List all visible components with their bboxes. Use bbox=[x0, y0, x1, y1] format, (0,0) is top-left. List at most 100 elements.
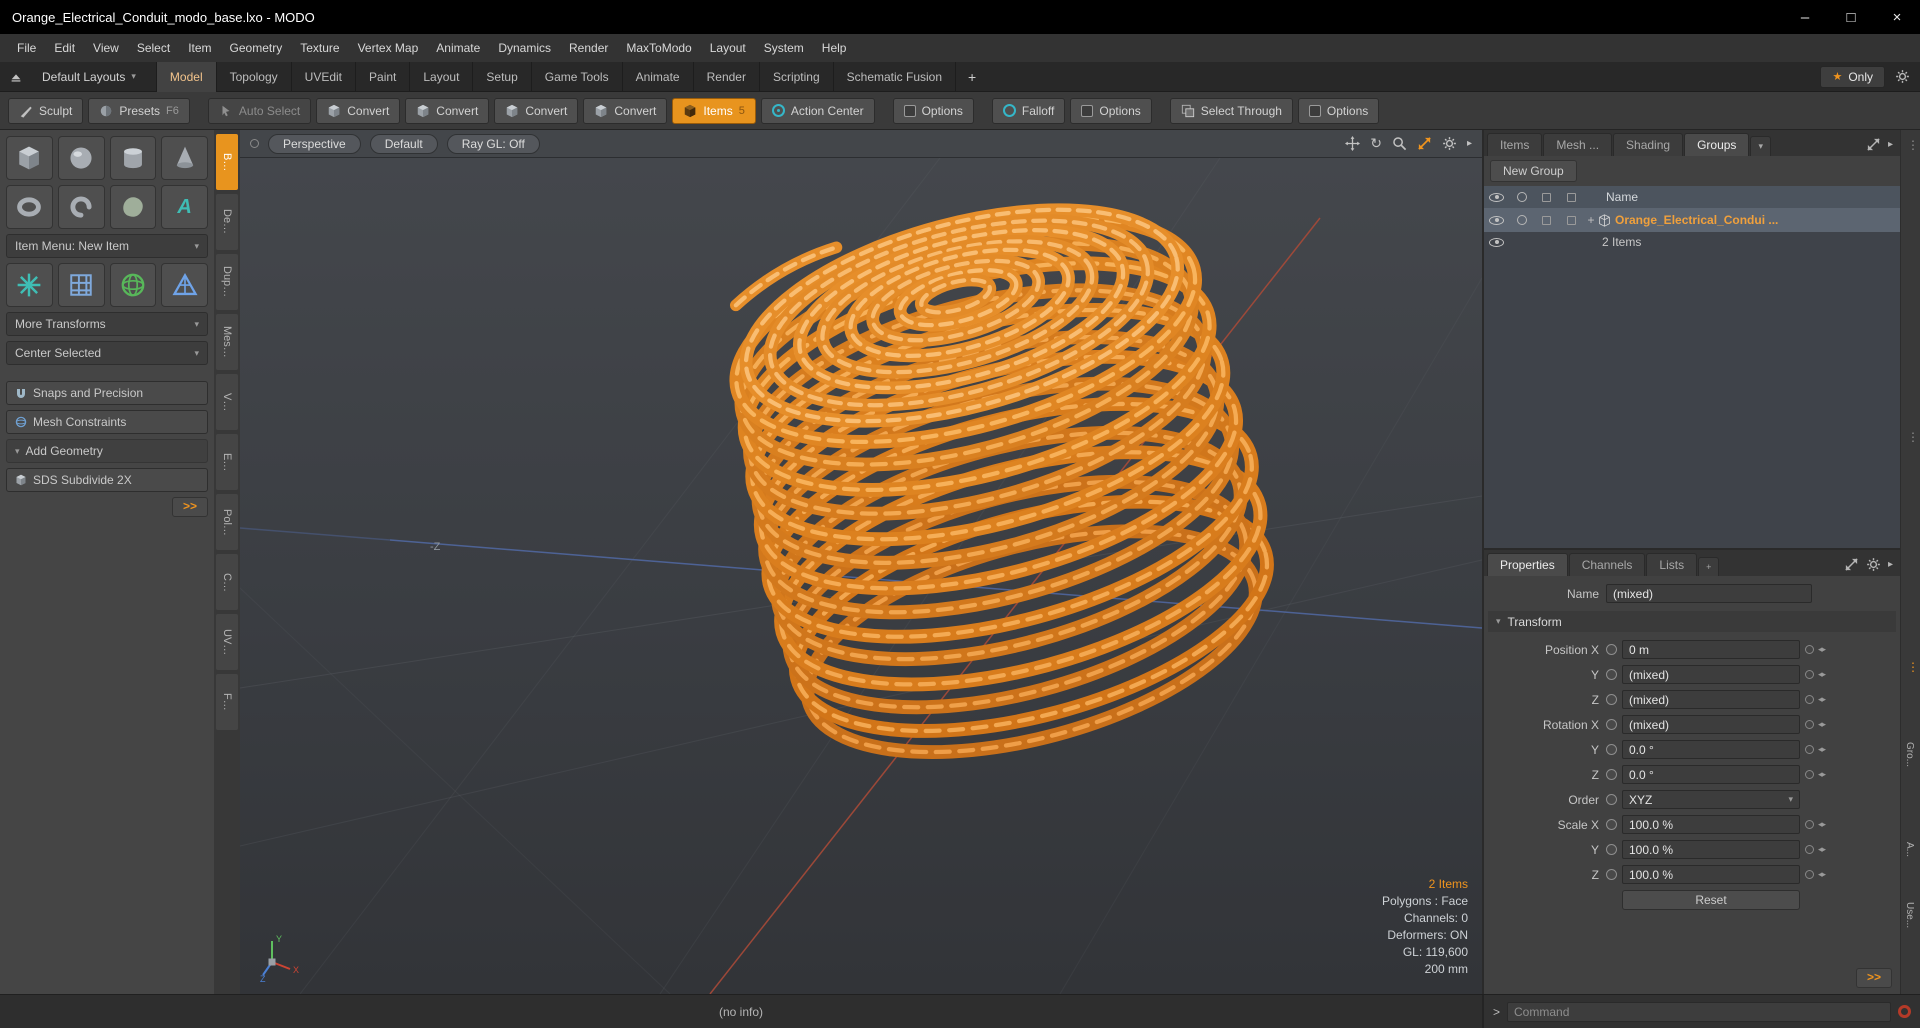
channel-ring[interactable] bbox=[1606, 644, 1617, 655]
channel-state-icon[interactable] bbox=[1805, 720, 1814, 729]
tab-model[interactable]: Model bbox=[155, 61, 217, 92]
falloff-button[interactable]: Falloff bbox=[991, 97, 1066, 124]
channel-state-icon[interactable] bbox=[1805, 770, 1814, 779]
name-input[interactable] bbox=[1606, 584, 1812, 603]
visibility-eye-icon[interactable] bbox=[1489, 237, 1504, 247]
channel-ring[interactable] bbox=[1606, 669, 1617, 680]
scale-y-input[interactable] bbox=[1622, 840, 1800, 859]
cylinder-tool-button[interactable] bbox=[109, 136, 157, 180]
wire-pyramid-tool-button[interactable] bbox=[161, 263, 208, 307]
strip-tab-curve[interactable]: C… bbox=[216, 554, 238, 610]
record-macro-icon[interactable] bbox=[1898, 1005, 1911, 1018]
tab-schematic-fusion[interactable]: Schematic Fusion bbox=[834, 61, 957, 92]
mini-slider-icon[interactable]: ◂▸ bbox=[1818, 844, 1826, 855]
cube-tool-button[interactable] bbox=[6, 136, 53, 180]
add-geometry-section-header[interactable]: ▾ Add Geometry bbox=[6, 439, 208, 463]
add-panel-tab-button[interactable]: + bbox=[1698, 557, 1720, 576]
tab-uvedit[interactable]: UVEdit bbox=[292, 61, 357, 92]
tab-lists[interactable]: Lists bbox=[1646, 553, 1698, 576]
menu-maxtomodo[interactable]: MaxToModo bbox=[617, 34, 700, 62]
torus-tool-button[interactable] bbox=[6, 185, 53, 229]
tab-mesh[interactable]: Mesh ... bbox=[1543, 133, 1613, 156]
menu-render[interactable]: Render bbox=[560, 34, 617, 62]
pan-icon[interactable] bbox=[1345, 136, 1361, 151]
tab-scripting[interactable]: Scripting bbox=[760, 61, 834, 92]
channel-ring[interactable] bbox=[1606, 794, 1617, 805]
channel-state-icon[interactable] bbox=[1805, 670, 1814, 679]
menu-select[interactable]: Select bbox=[128, 34, 179, 62]
lock-toggle-icon[interactable] bbox=[1542, 215, 1551, 225]
convert-materials-button[interactable]: Convert bbox=[583, 97, 668, 124]
order-dropdown[interactable]: XYZ ▾ bbox=[1622, 790, 1800, 809]
menu-texture[interactable]: Texture bbox=[291, 34, 348, 62]
panel-settings-gear-icon[interactable] bbox=[1866, 557, 1881, 572]
action-center-options-button[interactable]: Options bbox=[892, 97, 974, 124]
menu-view[interactable]: View bbox=[84, 34, 128, 62]
mini-slider-icon[interactable]: ◂▸ bbox=[1818, 669, 1826, 680]
tab-paint[interactable]: Paint bbox=[356, 61, 411, 92]
channel-ring[interactable] bbox=[1606, 819, 1617, 830]
more-transforms-dropdown[interactable]: More Transforms ▾ bbox=[6, 312, 208, 336]
menu-geometry[interactable]: Geometry bbox=[221, 34, 292, 62]
menu-animate[interactable]: Animate bbox=[427, 34, 489, 62]
select-through-button[interactable]: Select Through bbox=[1169, 97, 1293, 124]
convert-edges-button[interactable]: Convert bbox=[405, 97, 490, 124]
layout-settings-gear-icon[interactable] bbox=[1895, 69, 1910, 84]
falloff-options-button[interactable]: Options bbox=[1070, 97, 1152, 124]
raygl-dropdown[interactable]: Ray GL: Off bbox=[446, 133, 540, 154]
auto-select-button[interactable]: Auto Select bbox=[207, 97, 312, 124]
sculpt-button[interactable]: Sculpt bbox=[8, 97, 84, 124]
channel-state-icon[interactable] bbox=[1805, 745, 1814, 754]
channel-state-icon[interactable] bbox=[1805, 820, 1814, 829]
convert-vertices-button[interactable]: Convert bbox=[316, 97, 401, 124]
tab-animate[interactable]: Animate bbox=[623, 61, 694, 92]
channel-ring[interactable] bbox=[1606, 844, 1617, 855]
mesh-constraints-button[interactable]: Mesh Constraints bbox=[6, 410, 208, 434]
strip-tab-uv[interactable]: UV… bbox=[216, 614, 238, 670]
close-button[interactable]: × bbox=[1874, 0, 1920, 34]
shading-mode-dropdown[interactable]: Default bbox=[369, 133, 438, 154]
drag-handle-icon[interactable]: ⋮ bbox=[1907, 138, 1919, 152]
menu-dynamics[interactable]: Dynamics bbox=[489, 34, 560, 62]
render-column-icon[interactable] bbox=[1516, 192, 1527, 202]
item-menu-dropdown[interactable]: Item Menu: New Item ▾ bbox=[6, 234, 208, 258]
zoom-icon[interactable] bbox=[1392, 136, 1407, 151]
position-y-input[interactable] bbox=[1622, 665, 1800, 684]
grid-plane-tool-button[interactable] bbox=[57, 263, 105, 307]
camera-mode-dropdown[interactable]: Perspective bbox=[268, 133, 361, 154]
snaps-and-precision-button[interactable]: Snaps and Precision bbox=[6, 381, 208, 405]
mini-slider-icon[interactable]: ◂▸ bbox=[1818, 744, 1826, 755]
maximize-button[interactable]: □ bbox=[1828, 0, 1874, 34]
channel-ring[interactable] bbox=[1606, 869, 1617, 880]
panel-overflow-icon[interactable]: ▸ bbox=[1888, 559, 1893, 570]
render-toggle-icon[interactable] bbox=[1516, 215, 1527, 225]
scale-x-input[interactable] bbox=[1622, 815, 1800, 834]
group-row-count[interactable]: 2 Items bbox=[1484, 232, 1900, 252]
active-drag-handle-icon[interactable]: ⋮ bbox=[1907, 660, 1919, 674]
tab-layout[interactable]: Layout bbox=[410, 61, 474, 92]
menu-file[interactable]: File bbox=[8, 34, 45, 62]
center-selected-dropdown[interactable]: Center Selected ▾ bbox=[6, 341, 208, 365]
rotate-view-icon[interactable]: ↻ bbox=[1370, 135, 1382, 152]
items-mode-button[interactable]: Items 5 bbox=[672, 97, 756, 124]
menu-layout[interactable]: Layout bbox=[701, 34, 755, 62]
channel-state-icon[interactable] bbox=[1805, 845, 1814, 854]
channel-state-icon[interactable] bbox=[1805, 870, 1814, 879]
only-toggle-button[interactable]: ★ Only bbox=[1820, 65, 1885, 88]
tab-setup[interactable]: Setup bbox=[473, 61, 532, 92]
tab-render[interactable]: Render bbox=[694, 61, 760, 92]
tab-properties[interactable]: Properties bbox=[1487, 553, 1568, 576]
tab-overflow-caret[interactable]: ▾ bbox=[1750, 136, 1771, 156]
strip-tab-edge[interactable]: E… bbox=[216, 434, 238, 490]
mini-slider-icon[interactable]: ◂▸ bbox=[1818, 769, 1826, 780]
mini-slider-icon[interactable]: ◂▸ bbox=[1818, 719, 1826, 730]
strip-tab-deform[interactable]: De… bbox=[216, 194, 238, 250]
minimize-button[interactable]: – bbox=[1782, 0, 1828, 34]
tab-groups[interactable]: Groups bbox=[1684, 133, 1750, 156]
tab-items[interactable]: Items bbox=[1487, 133, 1543, 156]
channel-state-icon[interactable] bbox=[1805, 645, 1814, 654]
add-layout-tab-button[interactable]: + bbox=[956, 62, 988, 92]
group-row-selected[interactable]: + Orange_Electrical_Condui ... bbox=[1484, 208, 1900, 232]
reset-button[interactable]: Reset bbox=[1622, 889, 1800, 910]
position-z-input[interactable] bbox=[1622, 690, 1800, 709]
